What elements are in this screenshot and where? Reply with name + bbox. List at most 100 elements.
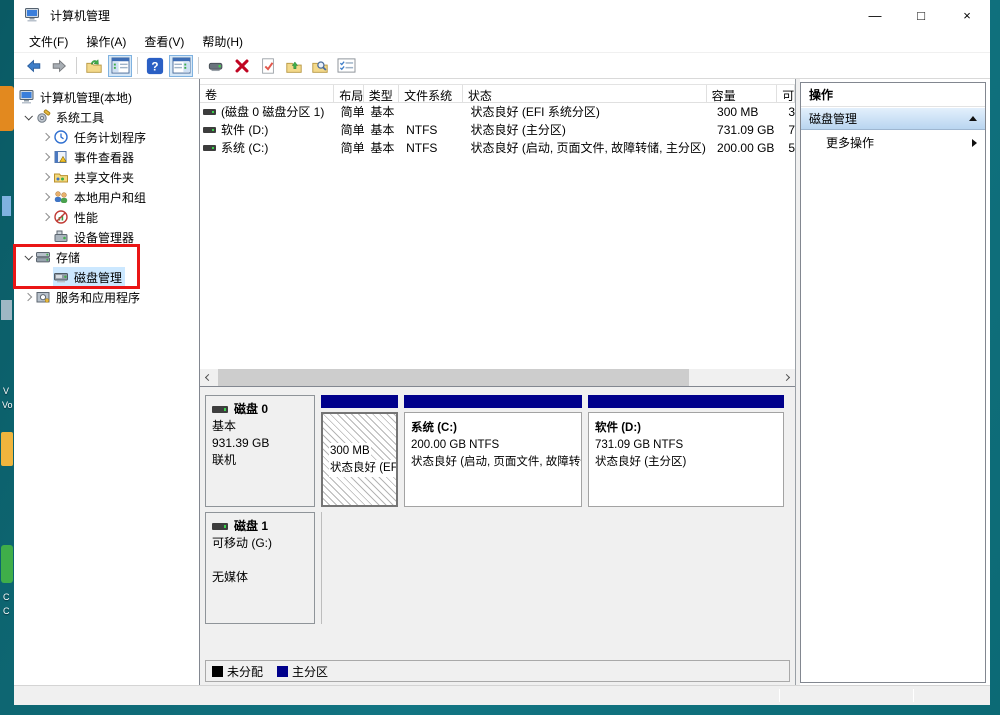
view-options-icon[interactable]	[334, 55, 358, 77]
partition-c[interactable]: 系统 (C:) 200.00 GB NTFS 状态良好 (启动, 页面文件, 故…	[404, 412, 582, 507]
column-header-status[interactable]: 状态	[463, 85, 707, 103]
scroll-right-icon[interactable]	[778, 369, 795, 386]
partition-efi-selected[interactable]: 300 MB 状态良好 (EFI 系统分区)	[321, 412, 398, 507]
svg-text:?: ?	[151, 60, 158, 73]
volume-status: 状态良好 (EFI 系统分区)	[465, 103, 712, 121]
tree-item-local-users-groups[interactable]: 本地用户和组	[14, 187, 199, 207]
volume-list-header: 卷 布局 类型 文件系统 状态 容量 可	[200, 84, 795, 103]
tree-item-computer-management[interactable]: 计算机管理(本地)	[14, 87, 199, 107]
column-header-capacity[interactable]: 容量	[707, 85, 778, 103]
show-action-pane-icon[interactable]	[169, 55, 193, 77]
volume-row-efi[interactable]: (磁盘 0 磁盘分区 1) 简单 基本 状态良好 (EFI 系统分区) 300 …	[200, 103, 795, 121]
volume-type: 基本	[365, 139, 401, 157]
folder-search-icon[interactable]	[308, 55, 332, 77]
chevron-right-icon[interactable]	[38, 194, 53, 200]
title-bar[interactable]: 计算机管理 — □ ×	[14, 0, 990, 30]
menu-view[interactable]: 查看(V)	[135, 30, 193, 52]
minimize-button[interactable]: —	[852, 0, 898, 30]
disk-1-empty-area[interactable]	[321, 512, 790, 624]
desktop-icon-fragment	[1, 432, 13, 466]
volume-row-d[interactable]: 软件 (D:) 简单 基本 NTFS 状态良好 (主分区) 731.09 GB …	[200, 121, 795, 139]
column-header-type[interactable]: 类型	[364, 85, 399, 103]
tree-item-services-applications[interactable]: 服务和应用程序	[14, 287, 199, 307]
more-actions-item[interactable]: 更多操作	[801, 130, 985, 155]
action-pane-wrap: 操作 磁盘管理 更多操作	[800, 79, 990, 685]
disk-0-label[interactable]: 磁盘 0 基本 931.39 GB 联机	[205, 395, 315, 507]
chevron-down-icon[interactable]	[20, 254, 35, 260]
toolbar: ?	[14, 53, 990, 79]
tree-item-system-tools[interactable]: 系统工具	[14, 107, 199, 127]
volume-free-space: 5	[783, 139, 795, 157]
menu-file[interactable]: 文件(F)	[20, 30, 77, 52]
maximize-button[interactable]: □	[898, 0, 944, 30]
tree-item-disk-management[interactable]: 磁盘管理	[14, 267, 199, 287]
properties-check-icon[interactable]	[256, 55, 280, 77]
task-scheduler-icon	[53, 129, 71, 145]
unallocated-swatch	[212, 666, 223, 677]
help-icon[interactable]: ?	[143, 55, 167, 77]
collapse-icon[interactable]	[969, 116, 977, 121]
storage-icon	[35, 249, 53, 265]
menu-action[interactable]: 操作(A)	[77, 30, 135, 52]
scrollbar-track[interactable]	[217, 369, 778, 386]
desktop-icon-fragment	[2, 196, 11, 216]
volume-name: 系统 (C:)	[221, 139, 268, 157]
performance-icon	[53, 209, 71, 225]
chevron-right-icon[interactable]	[38, 134, 53, 140]
volume-filesystem: NTFS	[401, 139, 465, 157]
tree-item-label: 事件查看器	[71, 149, 137, 166]
up-level-folder-icon[interactable]	[82, 55, 106, 77]
desktop-icon-label: C	[3, 606, 10, 616]
tree-item-shared-folders[interactable]: 共享文件夹	[14, 167, 199, 187]
tree-item-performance[interactable]: 性能	[14, 207, 199, 227]
delete-icon[interactable]	[230, 55, 254, 77]
volume-type: 基本	[365, 103, 401, 121]
tree-item-label: 计算机管理(本地)	[37, 89, 135, 106]
disk-size: 931.39 GB	[212, 435, 308, 452]
tree-item-label: 性能	[71, 209, 101, 226]
tree-item-task-scheduler[interactable]: 任务计划程序	[14, 127, 199, 147]
chevron-right-icon[interactable]	[38, 214, 53, 220]
volume-row-c[interactable]: 系统 (C:) 简单 基本 NTFS 状态良好 (启动, 页面文件, 故障转储,…	[200, 139, 795, 157]
computer-management-icon	[24, 7, 42, 23]
horizontal-scrollbar[interactable]	[200, 369, 795, 386]
column-header-layout[interactable]: 布局	[334, 85, 363, 103]
disk-status: 联机	[212, 452, 308, 469]
disk-graphical-view: 磁盘 0 基本 931.39 GB 联机 300 MB 状态良好 (EFI 系统…	[200, 387, 795, 685]
partition-title: 系统 (C:)	[411, 420, 575, 437]
tree-item-storage[interactable]: 存储	[14, 247, 199, 267]
local-users-groups-icon	[53, 189, 71, 205]
column-header-free-space[interactable]: 可	[777, 85, 795, 103]
disk-device-icon[interactable]	[204, 55, 228, 77]
action-section-disk-management[interactable]: 磁盘管理	[801, 107, 985, 130]
volume-capacity: 200.00 GB	[712, 139, 783, 157]
volume-capacity: 300 MB	[712, 103, 783, 121]
forward-icon[interactable]	[47, 55, 71, 77]
volume-layout: 简单	[336, 139, 366, 157]
tree-item-event-viewer[interactable]: 事件查看器	[14, 147, 199, 167]
partition-color-strip	[588, 395, 784, 408]
tree-item-device-manager[interactable]: 设备管理器	[14, 227, 199, 247]
partition-d[interactable]: 软件 (D:) 731.09 GB NTFS 状态良好 (主分区)	[588, 412, 784, 507]
chevron-right-icon[interactable]	[38, 174, 53, 180]
scroll-left-icon[interactable]	[200, 369, 217, 386]
volume-status: 状态良好 (主分区)	[465, 121, 712, 139]
chevron-down-icon[interactable]	[20, 114, 35, 120]
back-icon[interactable]	[21, 55, 45, 77]
show-console-tree-icon[interactable]	[108, 55, 132, 77]
chevron-right-icon[interactable]	[38, 154, 53, 160]
column-header-volume[interactable]: 卷	[200, 85, 334, 103]
column-header-filesystem[interactable]: 文件系统	[399, 85, 463, 103]
folder-up-icon[interactable]	[282, 55, 306, 77]
disk-1-label[interactable]: 磁盘 1 可移动 (G:) 无媒体	[205, 512, 315, 624]
partition-size: 731.09 GB NTFS	[595, 437, 777, 454]
partition-color-strip	[404, 395, 582, 408]
desktop-icon-fragment	[1, 300, 12, 320]
menu-help[interactable]: 帮助(H)	[193, 30, 252, 52]
close-button[interactable]: ×	[944, 0, 990, 30]
tree-item-label: 存储	[53, 249, 83, 266]
scrollbar-thumb[interactable]	[218, 369, 689, 386]
tree-item-label: 系统工具	[53, 109, 107, 126]
volume-filesystem	[401, 103, 465, 121]
chevron-right-icon[interactable]	[20, 294, 35, 300]
